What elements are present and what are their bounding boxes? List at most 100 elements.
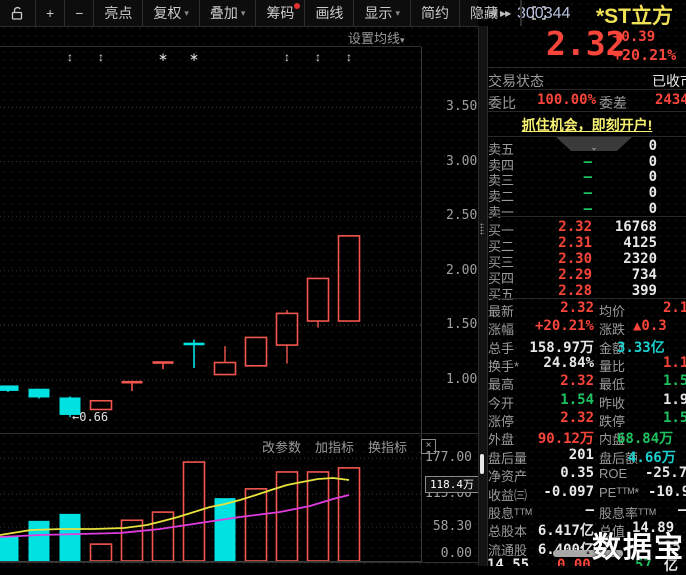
toolbar-button-display[interactable]: 显示 ▾ bbox=[354, 0, 411, 26]
weibi-value: 100.00% bbox=[537, 92, 597, 108]
toolbar-button-zoom-out[interactable]: − bbox=[65, 0, 95, 26]
stat-value: 2.32 bbox=[560, 410, 594, 427]
price-change: +0.39 bbox=[613, 29, 656, 45]
order-volume: 2320 bbox=[623, 251, 657, 267]
weibi-label: 委比 bbox=[488, 95, 516, 111]
weicha-value: 2434 bbox=[655, 92, 686, 108]
volume-tick-label: 0.00 bbox=[440, 546, 472, 561]
stat-value: 1.5 bbox=[663, 373, 686, 390]
stat-row-0: 最新 2.32 均价 2.1 bbox=[487, 299, 686, 319]
divider bbox=[487, 89, 686, 90]
toolbar-button-chips[interactable]: 筹码 bbox=[256, 0, 306, 26]
stat-row-5: 今开 1.54 昨收 1.9 bbox=[487, 391, 686, 411]
toolbar-button-label: 隐藏 bbox=[469, 5, 498, 21]
toolbar-button-hide[interactable]: 隐藏 ▶▶ bbox=[460, 0, 522, 26]
toolbar-button-overlay[interactable]: 叠加 ▾ bbox=[200, 0, 257, 26]
stat-value: 1.1 bbox=[663, 355, 686, 372]
updown-arrow-marker-icon: ↕ bbox=[98, 50, 104, 64]
order-volume: 16768 bbox=[614, 219, 657, 235]
buy-row-3[interactable]: 买三 2.30 2320 bbox=[487, 251, 686, 270]
buy-row-2[interactable]: 买二 2.31 4125 bbox=[487, 235, 686, 254]
divider bbox=[487, 136, 686, 137]
quote-panel: ◀ 300344 *ST立方 2.32 +0.39 +20.21% 交易状态 已… bbox=[487, 0, 686, 574]
order-volume: 0 bbox=[648, 138, 657, 154]
updown-arrow-marker-icon: ↕ bbox=[67, 50, 73, 64]
price-tick-label: 3.50 bbox=[446, 99, 478, 114]
stat-value: 24.84% bbox=[543, 355, 594, 372]
toolbar-button-highlight[interactable]: 亮点 bbox=[94, 0, 144, 26]
order-volume: 399 bbox=[631, 283, 657, 299]
lock-icon bbox=[11, 6, 23, 20]
sell-row-3[interactable]: 卖三 —0 bbox=[487, 169, 686, 188]
stat-row-8: 盘后量 201 盘后额 4.66万 bbox=[487, 446, 686, 466]
buy-row-5[interactable]: 买五 2.28 399 bbox=[487, 283, 686, 302]
stat-row-3: 换手* 24.84% 量比 1.1 bbox=[487, 354, 686, 374]
order-price: 2.30 bbox=[558, 251, 592, 267]
star-marker-icon: ∗ bbox=[188, 50, 200, 64]
updown-arrow-marker-icon: ↕ bbox=[284, 50, 290, 64]
order-volume: 4125 bbox=[623, 235, 657, 251]
order-price: 2.28 bbox=[558, 283, 592, 299]
toolbar-button-lock[interactable] bbox=[0, 0, 36, 26]
divider bbox=[487, 216, 686, 217]
double-arrow-right-icon: ▶▶ bbox=[499, 8, 511, 18]
price-tick-label: 3.00 bbox=[446, 153, 478, 169]
add-indicator-button[interactable]: 加指标 bbox=[315, 437, 354, 456]
price-tick-label: 2.50 bbox=[446, 208, 478, 224]
pane-resize-handle[interactable] bbox=[480, 223, 484, 235]
trade-status-label: 交易状态 bbox=[488, 73, 544, 89]
volume-tick-label: 58.30 bbox=[432, 519, 472, 535]
stat-row-1: 涨幅 +20.21% 涨跌 ▲0.3 bbox=[487, 317, 686, 337]
updown-arrow-marker-icon: ↕ bbox=[315, 50, 321, 64]
order-price: — bbox=[583, 153, 592, 170]
close-indicator-button[interactable]: × bbox=[421, 439, 437, 454]
order-volume: 0 bbox=[648, 153, 657, 170]
stat-label: ROE bbox=[599, 466, 628, 482]
stat-value: -10.9 bbox=[648, 483, 686, 500]
sell-row-1[interactable]: 卖一 — 0 bbox=[487, 200, 686, 220]
toolbar-button-fullscreen[interactable] bbox=[521, 0, 556, 26]
stat-row-2: 总手 158.97万 金额 3.33亿 bbox=[487, 336, 686, 356]
price-change-pct: +20.21% bbox=[613, 46, 677, 64]
stat-value: — bbox=[678, 501, 686, 518]
buy-row-4[interactable]: 买四 2.29 734 bbox=[487, 267, 686, 286]
divider bbox=[487, 67, 686, 68]
chevron-down-icon: ▾ bbox=[184, 7, 189, 18]
order-volume: 0 bbox=[648, 185, 657, 202]
price-tick-label: 2.00 bbox=[446, 262, 478, 278]
stat-value: 201 bbox=[568, 446, 594, 463]
bottom-value-2: 0.00 bbox=[557, 557, 591, 566]
sell-row-4[interactable]: 卖四 —0 bbox=[487, 153, 686, 173]
open-account-link[interactable]: 抓住机会，即刻开户! bbox=[487, 115, 686, 135]
toolbar-button-draw-line[interactable]: 画线 bbox=[305, 0, 355, 26]
toolbar-button-adjust-price[interactable]: 复权 ▾ bbox=[143, 0, 200, 26]
toolbar-button-label: 画线 bbox=[315, 5, 344, 21]
stat-row-11: 股息ᵀᵀᴹ — 股息率ᵀᵀᴹ — bbox=[487, 501, 686, 521]
price-tick-label: 1.50 bbox=[446, 317, 478, 333]
stat-value: 2.32 bbox=[560, 300, 594, 316]
toolbar-button-zoom-in[interactable]: + bbox=[36, 0, 66, 26]
stat-label: 流通股 bbox=[488, 542, 528, 558]
chevron-down-icon: ⌄ bbox=[590, 142, 598, 152]
star-marker-icon: ∗ bbox=[157, 50, 169, 64]
stat-value: +20.21% bbox=[534, 318, 594, 335]
order-price: — bbox=[583, 200, 592, 217]
candlestick-chart[interactable] bbox=[0, 47, 421, 433]
stat-row-10: 收益㈢ -0.097 PEᵀᵀᴹ* -10.9 bbox=[487, 483, 686, 503]
order-volume: 0 bbox=[648, 200, 657, 217]
edit-params-button[interactable]: 改参数 bbox=[262, 437, 301, 456]
switch-indicator-button[interactable]: 换指标 bbox=[368, 437, 407, 456]
chevron-down-icon: ▾ bbox=[395, 7, 400, 18]
scrollbar-thumb[interactable] bbox=[480, 454, 484, 474]
indicator-header: 改参数 加指标 换指标 × bbox=[262, 437, 437, 456]
notification-dot-icon bbox=[294, 3, 301, 9]
sell-row-2[interactable]: 卖二 —0 bbox=[487, 185, 686, 204]
vertical-scrollbar[interactable] bbox=[478, 26, 488, 566]
stat-value: 2.1 bbox=[663, 300, 686, 316]
stat-row-9: 净资产0.35ROE-25.73 bbox=[487, 464, 686, 484]
chevron-down-icon: ▾ bbox=[240, 7, 246, 18]
buy-row-1[interactable]: 买一 2.32 16768 bbox=[487, 219, 686, 238]
ma-settings-button[interactable]: 设置均线▾ bbox=[348, 28, 405, 47]
volume-bottom-border bbox=[0, 562, 478, 563]
toolbar-button-simple[interactable]: 简约 bbox=[411, 0, 460, 26]
